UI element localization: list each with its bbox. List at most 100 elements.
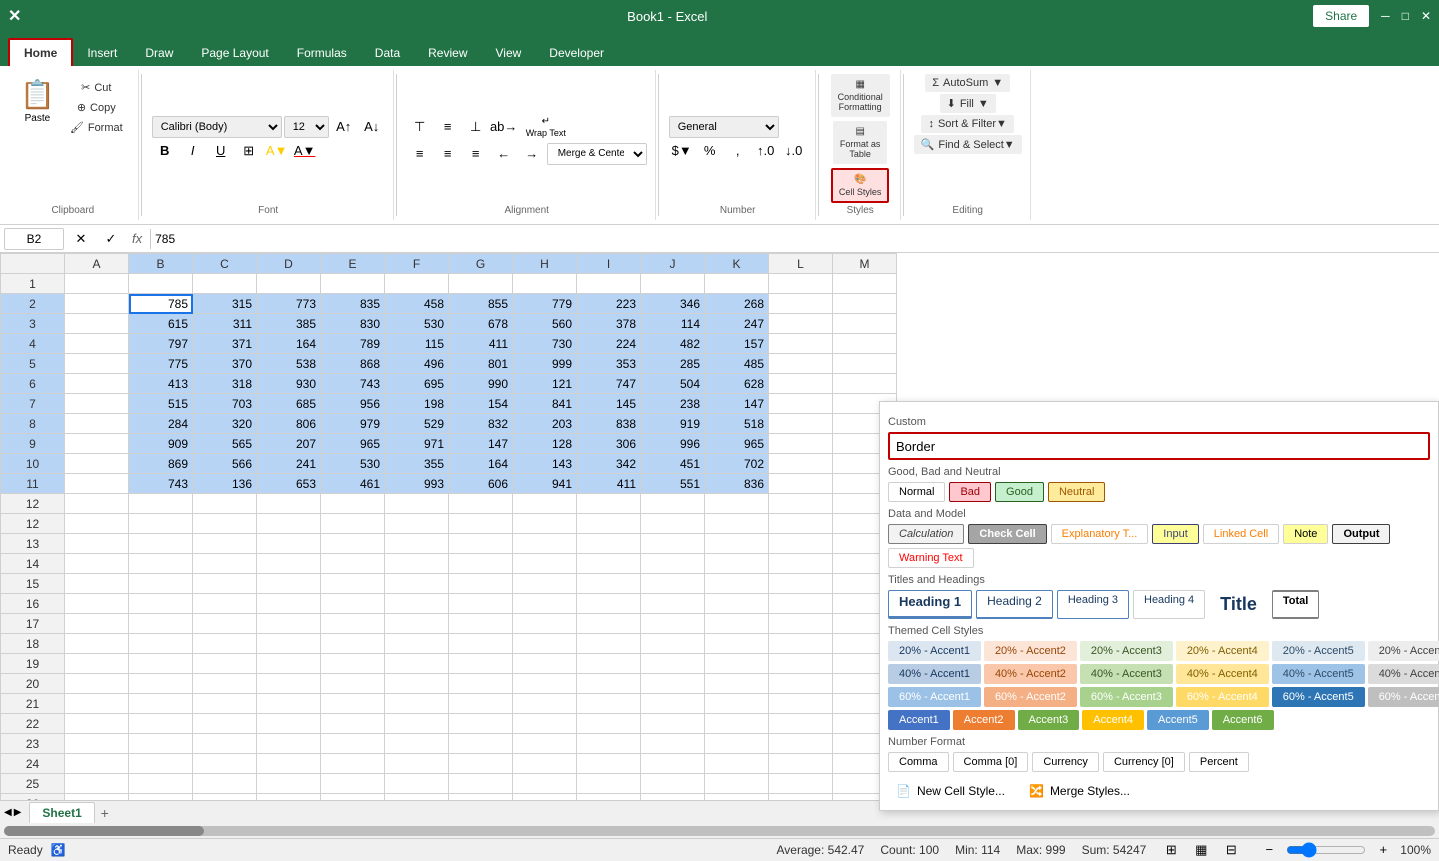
add-sheet-button[interactable]: +	[95, 803, 115, 823]
cell-k2[interactable]: 268	[705, 294, 769, 314]
empty-cell[interactable]	[257, 574, 321, 594]
cell-b11[interactable]: 743	[129, 474, 193, 494]
empty-cell[interactable]	[513, 754, 577, 774]
format-painter-button[interactable]: 🖌 Format	[63, 118, 130, 137]
empty-cell[interactable]	[385, 794, 449, 801]
cell-a7[interactable]	[65, 394, 129, 414]
cell-l11[interactable]	[769, 474, 833, 494]
cell-g8[interactable]: 832	[449, 414, 513, 434]
empty-cell[interactable]	[449, 554, 513, 574]
empty-cell[interactable]	[385, 614, 449, 634]
empty-cell[interactable]	[129, 734, 193, 754]
cell-f6[interactable]: 695	[385, 374, 449, 394]
cell-d4[interactable]: 164	[257, 334, 321, 354]
empty-cell[interactable]	[129, 614, 193, 634]
style-accent6-40[interactable]: 40% - Accent6	[1368, 664, 1439, 684]
empty-cell[interactable]	[65, 794, 129, 801]
empty-cell[interactable]	[65, 514, 129, 534]
empty-cell[interactable]	[193, 554, 257, 574]
empty-cell[interactable]	[577, 534, 641, 554]
empty-cell[interactable]	[705, 514, 769, 534]
empty-cell[interactable]	[65, 614, 129, 634]
empty-cell[interactable]	[385, 634, 449, 654]
empty-cell[interactable]	[129, 574, 193, 594]
empty-cell[interactable]	[321, 574, 385, 594]
cell-j12[interactable]	[641, 494, 705, 514]
new-cell-style-button[interactable]: 📄 New Cell Style...	[888, 780, 1013, 802]
cell-m4[interactable]	[833, 334, 897, 354]
style-accent6[interactable]: Accent6	[1212, 710, 1274, 730]
empty-cell[interactable]	[321, 554, 385, 574]
style-accent5[interactable]: Accent5	[1147, 710, 1209, 730]
col-header-h[interactable]: H	[513, 254, 577, 274]
style-title[interactable]: Title	[1209, 590, 1268, 619]
empty-cell[interactable]	[769, 694, 833, 714]
cell-h7[interactable]: 841	[513, 394, 577, 414]
style-accent1-20[interactable]: 20% - Accent1	[888, 641, 981, 661]
cell-i12[interactable]	[577, 494, 641, 514]
sheet-tab-sheet1[interactable]: Sheet1	[29, 802, 94, 823]
empty-cell[interactable]	[193, 694, 257, 714]
cell-l9[interactable]	[769, 434, 833, 454]
col-header-j[interactable]: J	[641, 254, 705, 274]
style-heading2[interactable]: Heading 2	[976, 590, 1053, 619]
row-header-24[interactable]: 24	[1, 754, 65, 774]
zoom-out-button[interactable]: −	[1256, 839, 1282, 861]
share-button[interactable]: Share	[1313, 5, 1369, 27]
empty-cell[interactable]	[257, 634, 321, 654]
cell-b3[interactable]: 615	[129, 314, 193, 334]
col-header-i[interactable]: I	[577, 254, 641, 274]
empty-cell[interactable]	[257, 594, 321, 614]
empty-cell[interactable]	[705, 674, 769, 694]
empty-cell[interactable]	[705, 794, 769, 801]
empty-cell[interactable]	[129, 714, 193, 734]
empty-cell[interactable]	[513, 594, 577, 614]
empty-cell[interactable]	[321, 534, 385, 554]
empty-cell[interactable]	[705, 694, 769, 714]
cell-m5[interactable]	[833, 354, 897, 374]
cell-i10[interactable]: 342	[577, 454, 641, 474]
empty-cell[interactable]	[641, 754, 705, 774]
empty-cell[interactable]	[577, 754, 641, 774]
empty-cell[interactable]	[705, 614, 769, 634]
cell-e9[interactable]: 965	[321, 434, 385, 454]
empty-cell[interactable]	[449, 774, 513, 794]
increase-decimal-button[interactable]: ↑.0	[753, 140, 779, 162]
cell-g1[interactable]	[449, 274, 513, 294]
empty-cell[interactable]	[65, 554, 129, 574]
cell-j5[interactable]: 285	[641, 354, 705, 374]
empty-cell[interactable]	[321, 774, 385, 794]
style-percent[interactable]: Percent	[1189, 752, 1249, 772]
style-explanatory[interactable]: Explanatory T...	[1051, 524, 1149, 544]
empty-cell[interactable]	[449, 714, 513, 734]
empty-cell[interactable]	[65, 694, 129, 714]
col-header-g[interactable]: G	[449, 254, 513, 274]
cell-b7[interactable]: 515	[129, 394, 193, 414]
style-heading1[interactable]: Heading 1	[888, 590, 972, 619]
empty-cell[interactable]	[769, 734, 833, 754]
empty-cell[interactable]	[577, 774, 641, 794]
align-center-button[interactable]: ≡	[435, 143, 461, 165]
empty-cell[interactable]	[769, 554, 833, 574]
cell-i8[interactable]: 838	[577, 414, 641, 434]
empty-cell[interactable]	[641, 534, 705, 554]
empty-cell[interactable]	[449, 634, 513, 654]
cell-m1[interactable]	[833, 274, 897, 294]
style-accent3-20[interactable]: 20% - Accent3	[1080, 641, 1173, 661]
empty-cell[interactable]	[513, 654, 577, 674]
cell-d6[interactable]: 930	[257, 374, 321, 394]
cell-f4[interactable]: 115	[385, 334, 449, 354]
empty-cell[interactable]	[705, 554, 769, 574]
tab-review[interactable]: Review	[414, 40, 481, 66]
empty-cell[interactable]	[705, 734, 769, 754]
cell-e2[interactable]: 835	[321, 294, 385, 314]
cell-k11[interactable]: 836	[705, 474, 769, 494]
cell-l1[interactable]	[769, 274, 833, 294]
empty-cell[interactable]	[193, 514, 257, 534]
cell-j10[interactable]: 451	[641, 454, 705, 474]
align-bottom-button[interactable]: ⊥	[463, 116, 489, 138]
empty-cell[interactable]	[705, 574, 769, 594]
tab-insert[interactable]: Insert	[73, 40, 131, 66]
empty-cell[interactable]	[321, 714, 385, 734]
empty-cell[interactable]	[449, 734, 513, 754]
